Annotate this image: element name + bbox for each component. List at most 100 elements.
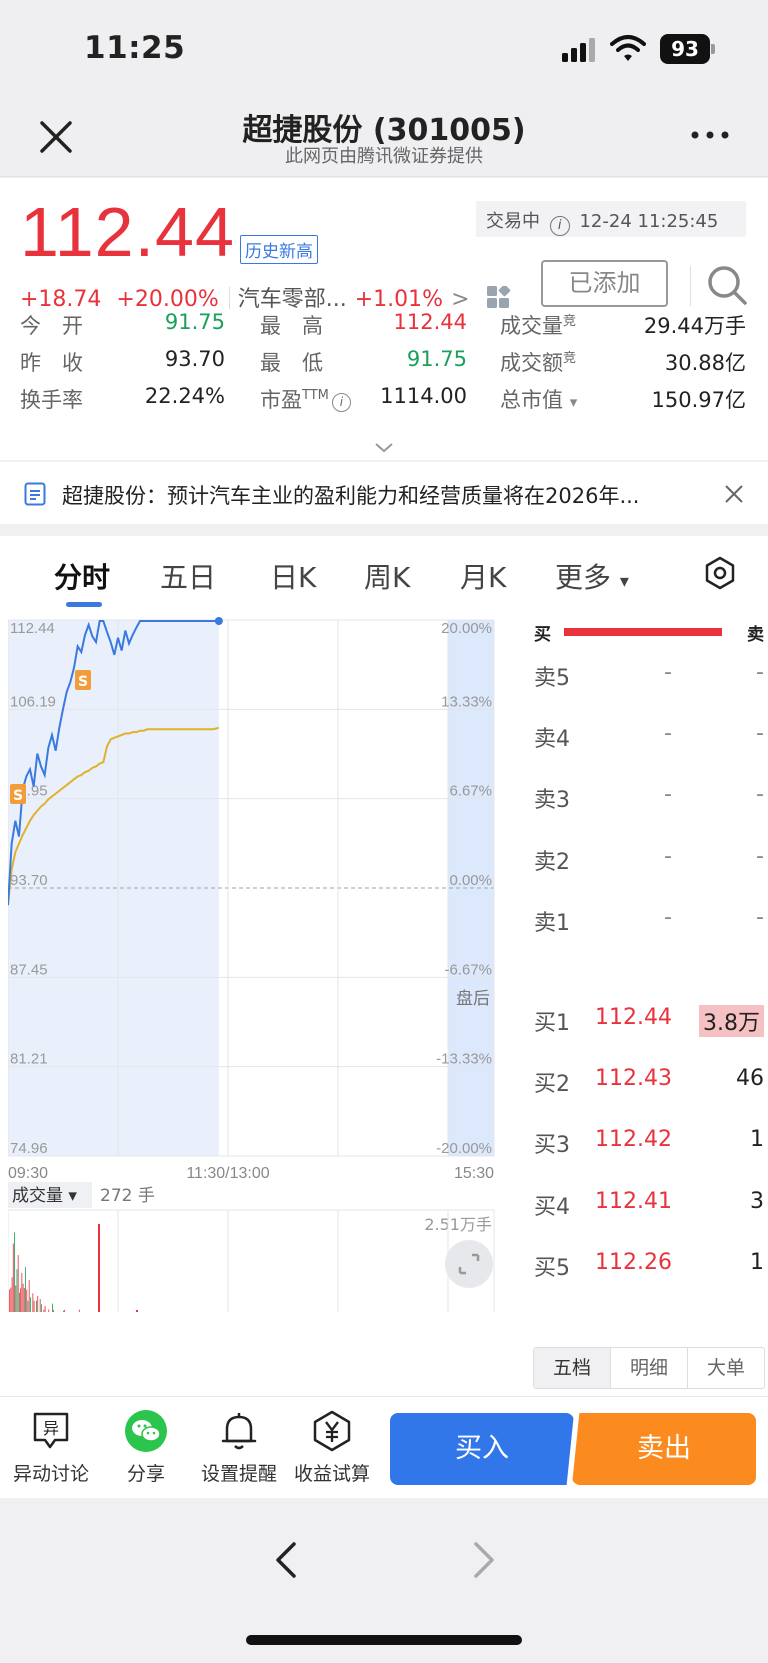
open-label: 今 开 [20,314,83,338]
pct-axis-label: 6.67% [449,783,492,800]
news-text[interactable]: 超捷股份：预计汽车主业的盈利能力和经营质量将在2026年... [62,480,712,510]
sell-label: 卖 [747,625,764,645]
tab-day-k[interactable]: 日K [270,556,316,596]
added-watchlist-button[interactable]: 已添加 [541,260,668,307]
bid-row[interactable]: 买2 112.43 46 [534,1060,764,1100]
bid-volume: 46 [736,1066,764,1091]
quote-timestamp: 12-24 11:25:45 [579,211,719,232]
bid-row[interactable]: 买3 112.42 1 [534,1121,764,1161]
volume-border [8,1209,495,1312]
bid-row[interactable]: 买5 112.26 1 [534,1244,764,1284]
volume-bar [15,1285,17,1312]
info-icon[interactable]: i [331,393,351,412]
ask-volume: - [756,905,764,930]
pe-value: 1114.00 [380,384,467,408]
news-bar[interactable]: 超捷股份：预计汽车主业的盈利能力和经营质量将在2026年... [0,462,768,524]
sell-button[interactable]: 卖出 [572,1413,756,1485]
tab-intraday[interactable]: 分时 [54,556,110,596]
volume-max-label: 2.51万手 [424,1215,492,1234]
after-hours-label: 盘后 [456,989,490,1009]
volume-bar [22,1283,24,1312]
intraday-chart[interactable]: 112.44106.1999.9593.7087.4581.2174.9620.… [8,612,526,1312]
ask-row[interactable]: 卖4 - - [534,715,764,755]
ask-row[interactable]: 卖2 - - [534,838,764,878]
volume-bar [17,1255,19,1312]
close-icon[interactable] [724,484,744,504]
signal-marker-label: S [13,788,23,804]
ask-level-label: 卖3 [534,788,570,813]
ask-row[interactable]: 卖1 - - [534,899,764,939]
page-header: 超捷股份 (301005) 此网页由腾讯微证券提供 [0,95,768,177]
alert-button[interactable]: 设置提醒 [194,1409,284,1486]
divider [690,266,691,306]
ask-row[interactable]: 卖5 - - [534,654,764,694]
ask-volume: - [756,660,764,685]
more-options-icon[interactable] [690,127,730,143]
search-icon[interactable] [706,264,748,306]
bid-volume: 1 [750,1250,764,1275]
volume-bar [14,1232,15,1312]
high-value: 112.44 [393,310,467,334]
yuan-icon [313,1410,351,1452]
discuss-icon: 异 [33,1412,69,1449]
back-arrow-icon[interactable] [272,1540,298,1580]
volume-bar [16,1269,18,1312]
market-cap-value: 150.97亿 [651,388,746,412]
time-axis-label: 11:30/13:00 [186,1165,269,1182]
buy-button[interactable]: 买入 [390,1413,574,1485]
low-label: 最 低 [260,351,323,375]
volume-bar [33,1300,35,1312]
volume-bar [25,1267,26,1312]
time-axis-label: 09:30 [8,1165,48,1182]
sector-change[interactable]: +1.01% [355,287,443,312]
chevron-right-icon[interactable]: > [451,287,469,312]
status-bar: 11:25 93 [0,0,768,95]
bid-row[interactable]: 买4 112.41 3 [534,1183,764,1223]
market-cap-label[interactable]: 总市值 ▾ [500,384,577,414]
volume-bar [78,1309,80,1312]
volume-bar [21,1272,23,1312]
price-change: +18.74 [20,287,102,312]
pe-label: 市盈TTM i [260,384,351,414]
settings-icon[interactable] [703,556,737,590]
discuss-button[interactable]: 异 异动讨论 [6,1409,96,1486]
sector-name[interactable]: 汽车零部... [238,287,347,312]
alert-label: 设置提醒 [200,1463,277,1485]
trade-status-label: 交易中 [486,211,540,232]
tab-five-day[interactable]: 五日 [160,556,216,596]
forward-arrow-icon[interactable] [472,1540,498,1580]
ask-price: - [664,844,672,869]
caret-down-icon[interactable]: ▾ [570,393,578,411]
tab-big-orders[interactable]: 大单 [688,1348,764,1388]
chevron-down-icon[interactable] [374,442,394,454]
bid-volume: 3.8万 [699,1005,764,1037]
caret-down-icon: ▾ [619,571,629,592]
volume-bar [12,1243,14,1312]
tab-week-k[interactable]: 周K [364,556,410,596]
bid-level-label: 买5 [534,1256,570,1281]
ask-row[interactable]: 卖3 - - [534,776,764,816]
bid-row[interactable]: 买1 112.44 3.8万 [534,999,764,1039]
prev-close-label: 昨 收 [20,351,83,375]
browser-nav [0,1498,768,1663]
tab-five-levels[interactable]: 五档 [534,1348,611,1388]
tab-more[interactable]: 更多 ▾ [555,556,629,596]
grid-apps-icon[interactable] [486,286,512,312]
pct-axis-label: 0.00% [449,872,492,889]
volume-label: 成交量竞 [500,310,576,340]
share-button[interactable]: 分享 [101,1409,191,1486]
tab-details[interactable]: 明细 [611,1348,688,1388]
volume-bar [136,1310,138,1312]
pct-axis-label: 13.33% [441,693,492,710]
turnover-value: 22.24% [144,384,225,408]
calc-label: 收益试算 [293,1463,370,1485]
tab-month-k[interactable]: 月K [460,556,506,596]
status-time: 11:25 [84,30,186,66]
volume-bar [32,1293,34,1312]
calc-button[interactable]: 收益试算 [287,1409,377,1486]
bid-level-label: 买4 [534,1195,570,1220]
volume-bar [64,1309,66,1312]
info-icon[interactable]: i [549,216,570,236]
cellular-signal-icon [562,38,595,62]
volume-bar [9,1289,11,1312]
